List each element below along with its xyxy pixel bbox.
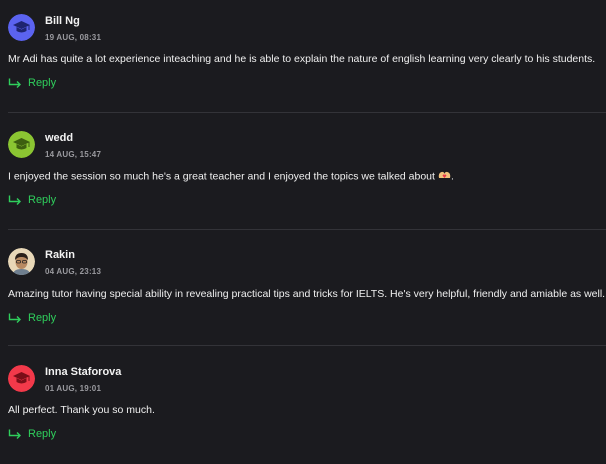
comment-date: 01 AUG, 19:01 xyxy=(45,384,102,393)
reply-arrow-icon xyxy=(8,78,21,88)
avatar xyxy=(8,14,35,41)
reply-label: Reply xyxy=(28,312,57,324)
reply-label: Reply xyxy=(28,194,57,206)
comment-text: Amazing tutor having special ability in … xyxy=(8,288,606,300)
graduation-cap-icon xyxy=(8,365,35,392)
comment-author: Rakin xyxy=(45,249,75,261)
hands-heart-emoji xyxy=(438,170,451,183)
divider xyxy=(8,345,606,346)
comment-text: All perfect. Thank you so much. xyxy=(8,404,155,416)
divider xyxy=(8,229,606,230)
comment-author: Bill Ng xyxy=(45,15,80,27)
comment-list: Bill Ng 19 AUG, 08:31 Mr Adi has quite a… xyxy=(0,0,606,464)
reply-arrow-icon xyxy=(8,195,21,205)
reply-arrow-icon xyxy=(8,313,21,323)
comment-text: Mr Adi has quite a lot experience inteac… xyxy=(8,53,596,65)
avatar xyxy=(8,248,35,275)
comment-date: 04 AUG, 23:13 xyxy=(45,267,102,276)
comment-text-main: I enjoyed the session so much he's a gre… xyxy=(8,170,435,183)
user-photo xyxy=(8,248,35,275)
reply-button[interactable]: Reply xyxy=(8,428,56,440)
comment-text-suffix: . xyxy=(450,170,454,183)
avatar xyxy=(8,131,35,158)
divider xyxy=(8,112,606,113)
graduation-cap-icon xyxy=(8,131,35,158)
comment-date: 19 AUG, 08:31 xyxy=(45,33,102,42)
graduation-cap-icon xyxy=(8,14,35,41)
reply-label: Reply xyxy=(28,428,57,440)
comment-text: I enjoyed the session so much he's a gre… xyxy=(8,170,454,183)
reply-label: Reply xyxy=(28,77,57,89)
comment-date: 14 AUG, 15:47 xyxy=(45,150,102,159)
reply-button[interactable]: Reply xyxy=(8,194,56,206)
reply-arrow-icon xyxy=(8,429,21,439)
reply-button[interactable]: Reply xyxy=(8,77,56,89)
comment-author: wedd xyxy=(45,132,74,144)
avatar xyxy=(8,365,35,392)
comment-author: Inna Staforova xyxy=(45,366,122,378)
reply-button[interactable]: Reply xyxy=(8,312,56,324)
